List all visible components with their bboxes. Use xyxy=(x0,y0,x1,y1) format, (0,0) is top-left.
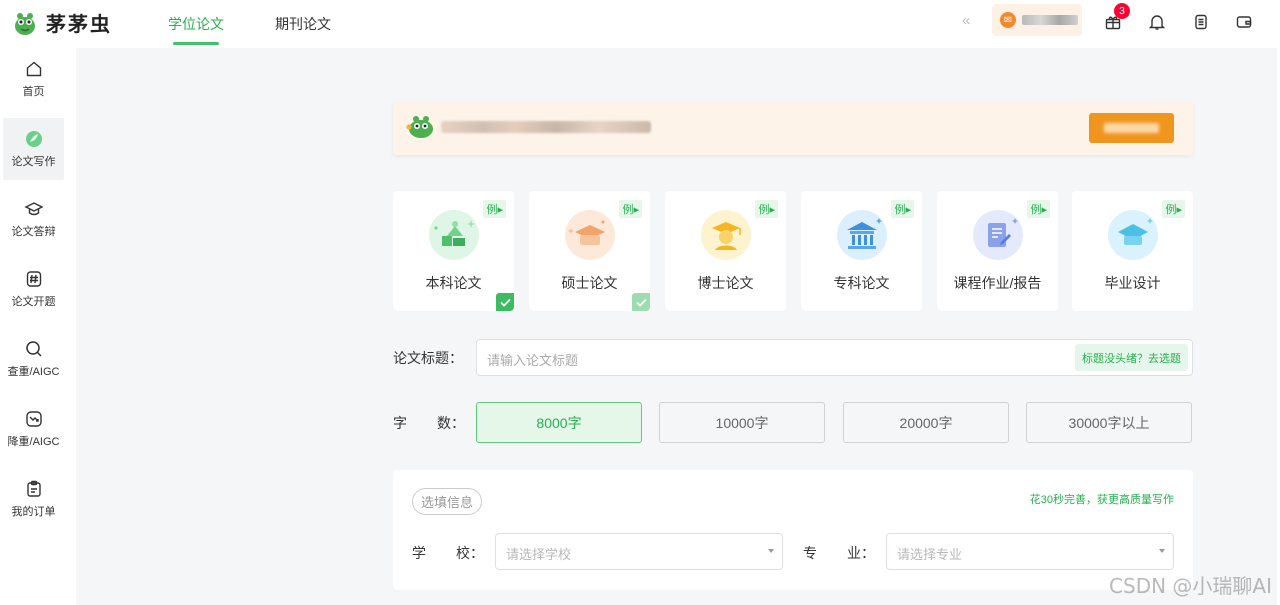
promo-text-blurred xyxy=(441,121,651,133)
sidebar-item-label: 论文开题 xyxy=(11,296,56,308)
sidebar-item-label: 首页 xyxy=(22,86,45,98)
optional-info-panel: 选填信息 花30秒完善，获更高质量写作 学 校： 请选择学校 专 业： 请选择专… xyxy=(393,470,1193,590)
trend-down-icon xyxy=(25,411,42,427)
gift-icon[interactable]: 3 xyxy=(1102,3,1130,33)
hash-doc-icon xyxy=(26,271,41,287)
wordcount-label-part1: 字 xyxy=(393,415,407,431)
checked-icon xyxy=(632,293,650,311)
optional-info-tag: 选填信息 xyxy=(412,488,483,515)
card-label: 博士论文 xyxy=(697,275,754,291)
user-avatar-icon: ✉ xyxy=(1000,12,1016,28)
home-icon xyxy=(26,61,41,77)
chevron-down-icon xyxy=(768,549,774,553)
user-name-blurred xyxy=(1022,15,1078,25)
major-select[interactable]: 请选择专业 xyxy=(886,533,1174,570)
example-tag[interactable]: 例▸ xyxy=(1162,200,1185,218)
wordcount-option-20000[interactable]: 20000字 xyxy=(843,402,1009,443)
wordcount-label-part2: 数： xyxy=(437,415,465,431)
promo-action-button[interactable] xyxy=(1089,113,1174,143)
chevron-down-icon xyxy=(1159,549,1165,553)
design-cap-icon xyxy=(1108,210,1158,260)
notification-badge: 3 xyxy=(1114,3,1130,19)
bell-icon[interactable] xyxy=(1146,11,1168,33)
school-select[interactable]: 请选择学校 xyxy=(495,533,783,570)
leaf-icon xyxy=(25,131,42,147)
card-master-thesis[interactable]: 例▸ 硕士论文 xyxy=(529,191,650,311)
institution-icon xyxy=(837,210,887,260)
bug-mascot-icon xyxy=(406,116,433,138)
user-account-chip[interactable]: ✉ xyxy=(992,4,1082,36)
major-label-part1: 专 xyxy=(803,545,817,561)
paper-type-cards: 例▸ 本科论文 例▸ 硕士论文 例▸ 博士论文 例▸ 专科论文 例▸ 课程作业/… xyxy=(393,191,1193,311)
document-edit-icon xyxy=(973,210,1023,260)
building-blocks-icon xyxy=(429,210,479,260)
example-tag[interactable]: 例▸ xyxy=(891,200,914,218)
card-label: 硕士论文 xyxy=(561,275,618,291)
card-junior-college-thesis[interactable]: 例▸ 专科论文 xyxy=(801,191,922,311)
top-header: 茅茅虫 学位论文 期刊论文 « ✉ 3 xyxy=(0,0,1280,48)
wordcount-option-10000[interactable]: 10000字 xyxy=(659,402,825,443)
wallet-icon[interactable] xyxy=(1233,11,1255,33)
sidebar-item-thesis-defense[interactable]: 论文答辩 xyxy=(3,188,64,250)
card-label: 课程作业/报告 xyxy=(953,275,1042,291)
checked-icon xyxy=(496,293,514,311)
app-name: 茅茅虫 xyxy=(46,12,112,36)
search-icon xyxy=(25,341,42,357)
card-label: 毕业设计 xyxy=(1104,275,1161,291)
school-placeholder: 请选择学校 xyxy=(506,547,572,562)
doctor-graduate-icon xyxy=(701,210,751,260)
tab-degree-thesis[interactable]: 学位论文 xyxy=(168,0,224,48)
major-label-part2: 业： xyxy=(847,545,875,561)
bug-logo-icon xyxy=(15,12,35,35)
sidebar-gutter xyxy=(66,48,76,605)
sidebar-item-thesis-proposal[interactable]: 论文开题 xyxy=(3,258,64,320)
card-graduation-design[interactable]: 例▸ 毕业设计 xyxy=(1072,191,1193,311)
sidebar-item-my-orders[interactable]: 我的订单 xyxy=(3,468,64,530)
example-tag[interactable]: 例▸ xyxy=(1027,200,1050,218)
sidebar-item-label: 查重/AIGC xyxy=(7,366,60,378)
example-tag[interactable]: 例▸ xyxy=(755,200,778,218)
topic-suggestion-button[interactable]: 标题没头绪？去选题 xyxy=(1075,344,1188,371)
school-label-part1: 学 xyxy=(412,545,426,561)
watermark: CSDN @小瑞聊AI xyxy=(1109,574,1272,598)
card-label: 本科论文 xyxy=(425,275,482,291)
title-label: 论文标题： xyxy=(393,350,463,366)
sidebar-item-home[interactable]: 首页 xyxy=(3,48,64,110)
sidebar-item-label: 论文答辩 xyxy=(11,226,56,238)
app-logo[interactable]: 茅茅虫 xyxy=(12,8,112,37)
graduation-cap-icon xyxy=(23,202,44,216)
graduation-cap-box-icon xyxy=(565,210,615,260)
sidebar-item-label: 降重/AIGC xyxy=(7,436,60,448)
optional-info-hint: 花30秒完善，获更高质量写作 xyxy=(1029,494,1174,506)
sidebar-item-label: 我的订单 xyxy=(11,506,56,518)
major-placeholder: 请选择专业 xyxy=(897,547,963,562)
school-label-part2: 校： xyxy=(456,545,484,561)
sidebar-item-label: 论文写作 xyxy=(11,156,56,168)
title-placeholder: 请输入论文标题 xyxy=(487,353,579,368)
card-doctoral-thesis[interactable]: 例▸ 博士论文 xyxy=(665,191,786,311)
tab-journal-paper[interactable]: 期刊论文 xyxy=(275,0,331,48)
card-undergraduate-thesis[interactable]: 例▸ 本科论文 xyxy=(393,191,514,311)
sidebar-item-plagiarism-check[interactable]: 查重/AIGC xyxy=(3,328,64,390)
clipboard-icon xyxy=(26,480,41,497)
sidebar: 首页 论文写作 论文答辩 论文开题 查重/AIGC 降重/AIGC 我的订单 xyxy=(0,48,66,605)
wordcount-option-30000-plus[interactable]: 30000字以上 xyxy=(1026,402,1192,443)
document-list-icon[interactable] xyxy=(1190,11,1212,33)
card-label: 专科论文 xyxy=(833,275,890,291)
example-tag[interactable]: 例▸ xyxy=(483,200,506,218)
sidebar-item-reduce-duplication[interactable]: 降重/AIGC xyxy=(3,398,64,460)
wordcount-option-8000[interactable]: 8000字 xyxy=(476,402,642,443)
sidebar-item-thesis-writing[interactable]: 论文写作 xyxy=(3,118,64,180)
promo-banner xyxy=(393,101,1193,155)
example-tag[interactable]: 例▸ xyxy=(619,200,642,218)
thesis-title-input[interactable]: 请输入论文标题 标题没头绪？去选题 xyxy=(476,339,1193,376)
collapse-icon[interactable]: « xyxy=(962,12,970,29)
card-coursework-report[interactable]: 例▸ 课程作业/报告 xyxy=(937,191,1058,311)
